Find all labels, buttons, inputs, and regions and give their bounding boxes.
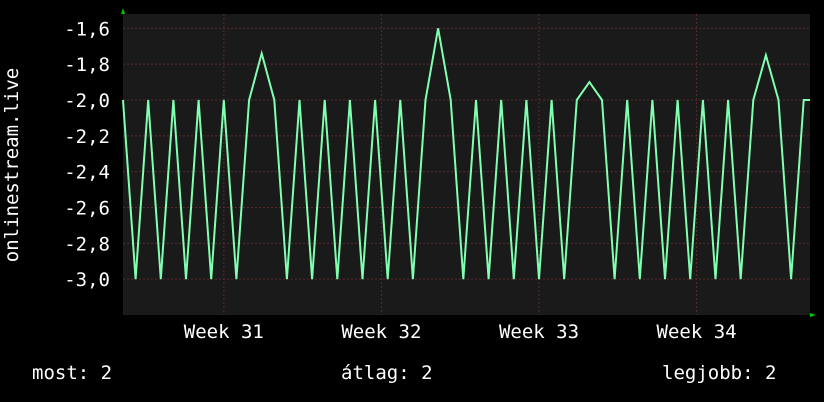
- legend-best: legjobb: 2: [662, 362, 777, 384]
- y-axis-ticks: -1,6 -1,8 -2,0 -2,2 -2,4 -2,6 -2,8 -3,0: [64, 18, 110, 291]
- chart-container: -1,6 -1,8 -2,0 -2,2 -2,4 -2,6 -2,8 -3,0 Week 31…: [0, 0, 824, 402]
- y-tick-label: -2,8: [64, 233, 110, 255]
- x-tick-label: Week 32: [341, 321, 421, 343]
- y-axis-label: onlinestream.live: [1, 68, 23, 262]
- x-axis-ticks: Week 31 Week 32 Week 33 Week 34: [184, 321, 737, 343]
- legend-current: most: 2: [32, 362, 113, 384]
- x-tick-label: Week 33: [499, 321, 579, 343]
- y-tick-label: -1,6: [64, 18, 110, 40]
- x-axis-arrow-icon: [810, 313, 816, 317]
- y-axis-arrow-icon: [121, 8, 125, 14]
- legend-average: átlag: 2: [341, 362, 433, 384]
- y-tick-label: -2,2: [64, 126, 110, 148]
- x-tick-label: Week 31: [184, 321, 264, 343]
- y-tick-label: -3,0: [64, 269, 110, 291]
- y-tick-label: -1,8: [64, 54, 110, 76]
- y-tick-label: -2,6: [64, 198, 110, 220]
- line-chart: -1,6 -1,8 -2,0 -2,2 -2,4 -2,6 -2,8 -3,0 Week 31…: [1, 8, 816, 343]
- x-tick-label: Week 34: [657, 321, 737, 343]
- y-tick-label: -2,4: [64, 162, 110, 184]
- y-tick-label: -2,0: [64, 90, 110, 112]
